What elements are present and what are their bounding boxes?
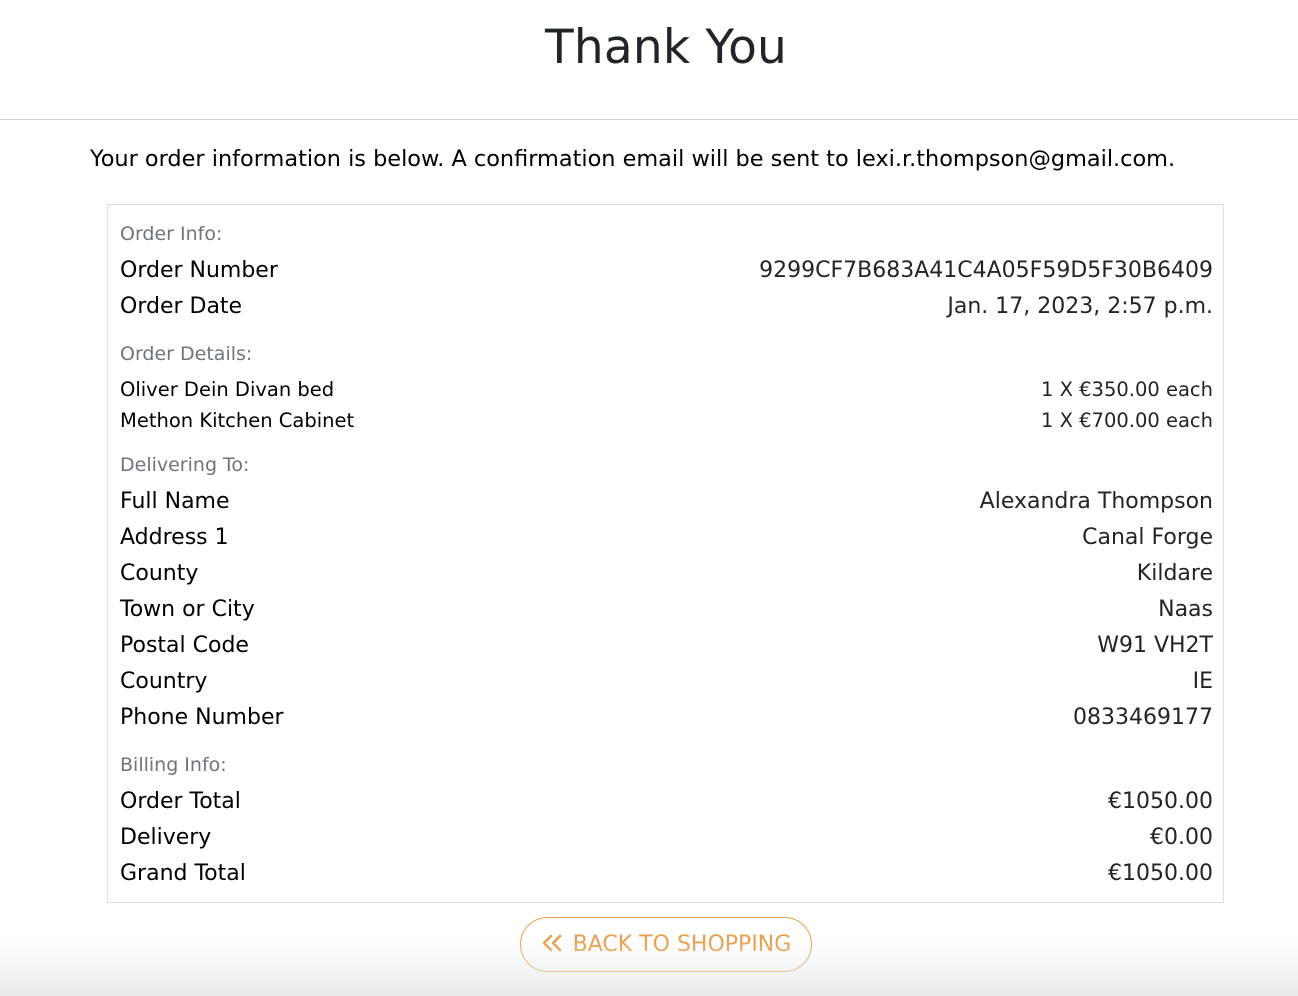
row-label: Town or City [120,596,255,622]
confirmation-message: Your order information is below. A confi… [90,146,1250,172]
grand-total-row: Grand Total €1050.00 [120,856,1213,890]
order-details-heading: Order Details: [120,343,253,365]
country-value: IE [1192,668,1213,694]
customer-email: lexi.r.thompson@gmail.com [855,146,1168,172]
country-row: Country IE [120,664,1213,698]
line-item: Methon Kitchen Cabinet 1 X €700.00 each [120,406,1213,434]
row-label: Order Total [120,788,241,814]
confirmation-text: Your order information is below. A confi… [90,146,856,172]
billing-info-heading: Billing Info: [120,754,227,776]
row-label: Address 1 [120,524,229,550]
item-qty-price: 1 X €700.00 each [1040,408,1213,432]
town-value: Naas [1158,596,1213,622]
postal-code-row: Postal Code W91 VH2T [120,628,1213,662]
double-chevron-left-icon [541,932,563,958]
confirmation-suffix: . [1168,146,1176,172]
back-to-shopping-button[interactable]: BACK TO SHOPPING [520,917,812,972]
full-name-row: Full Name Alexandra Thompson [120,484,1213,518]
order-summary-box: Order Info: Order Number 9299CF7B683A41C… [107,204,1224,903]
line-item: Oliver Dein Divan bed 1 X €350.00 each [120,375,1213,403]
postal-code-value: W91 VH2T [1097,632,1213,658]
row-label: Full Name [120,488,230,514]
row-label: Order Number [120,257,278,283]
row-label: Delivery [120,824,212,850]
county-value: Kildare [1136,560,1213,586]
full-name-value: Alexandra Thompson [979,488,1213,514]
order-total-row: Order Total €1050.00 [120,784,1213,818]
page-title: Thank You [544,20,788,75]
row-label: Order Date [120,293,243,319]
grand-total-value: €1050.00 [1108,860,1213,886]
row-label: Grand Total [120,860,246,886]
page-header: Thank You [0,0,1298,120]
order-total-value: €1050.00 [1108,788,1213,814]
order-number-value: 9299CF7B683A41C4A05F59D5F30B6409 [759,257,1213,283]
delivering-to-heading: Delivering To: [120,454,250,476]
phone-row: Phone Number 0833469177 [120,700,1213,734]
double-chevron-left-icon [542,934,561,951]
delivery-row: Delivery €0.00 [120,820,1213,854]
item-name: Oliver Dein Divan bed [120,377,335,401]
order-date-row: Order Date Jan. 17, 2023, 2:57 p.m. [120,289,1213,323]
item-qty-price: 1 X €350.00 each [1040,377,1213,401]
row-label: Phone Number [120,704,284,730]
order-date-value: Jan. 17, 2023, 2:57 p.m. [947,293,1213,319]
address-row: Address 1 Canal Forge [120,520,1213,554]
row-label: County [120,560,199,586]
phone-value: 0833469177 [1073,704,1213,730]
order-info-heading: Order Info: [120,223,223,245]
item-name: Methon Kitchen Cabinet [120,408,355,432]
address-value: Canal Forge [1082,524,1213,550]
county-row: County Kildare [120,556,1213,590]
row-label: Country [120,668,208,694]
back-to-shopping-label: BACK TO SHOPPING [572,932,792,957]
delivery-value: €0.00 [1150,824,1213,850]
row-label: Postal Code [120,632,249,658]
town-row: Town or City Naas [120,592,1213,626]
order-number-row: Order Number 9299CF7B683A41C4A05F59D5F30… [120,253,1213,287]
